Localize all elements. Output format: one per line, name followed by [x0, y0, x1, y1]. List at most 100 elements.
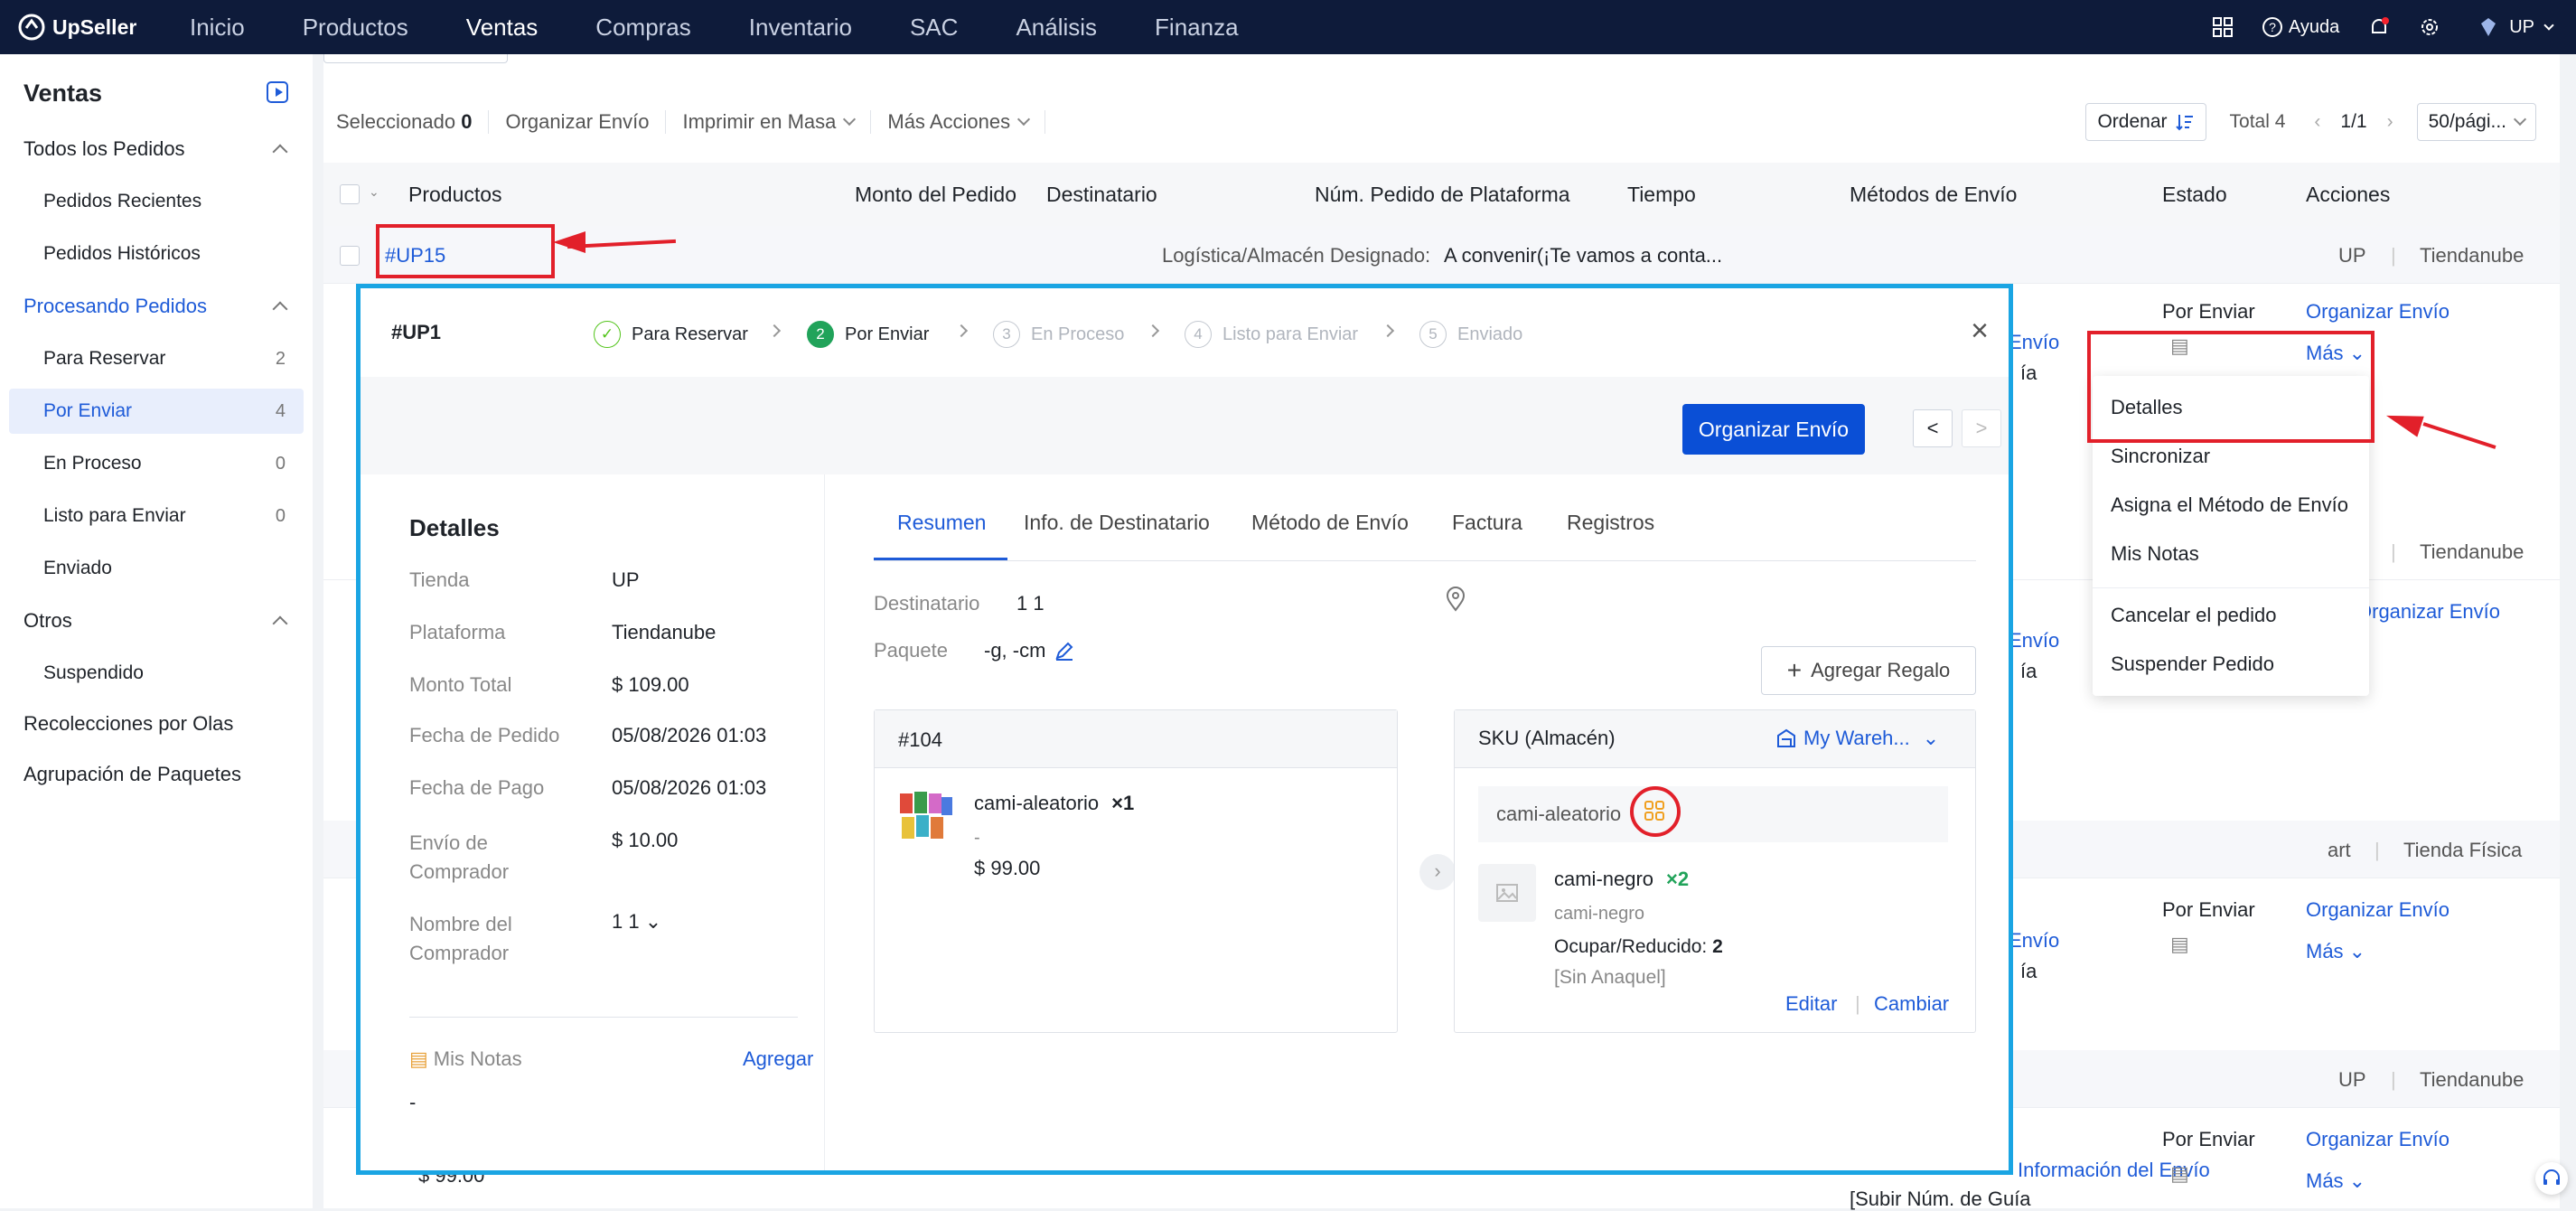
chevron-up-icon — [272, 615, 288, 632]
bell-icon[interactable] — [2368, 16, 2390, 38]
row-checkbox[interactable] — [340, 246, 360, 266]
tab-factura[interactable]: Factura — [1452, 511, 1522, 535]
prev-page-icon[interactable]: ‹ — [2314, 111, 2320, 133]
menu-item-mis-notas[interactable]: Mis Notas — [2111, 542, 2199, 566]
divider — [409, 1017, 798, 1018]
sidebar-group-label: Procesando Pedidos — [23, 295, 208, 317]
detail-key: Plataforma — [409, 621, 506, 643]
tab-destinatario[interactable]: Info. de Destinatario — [1024, 511, 1210, 535]
prev-order-button[interactable]: < — [1913, 409, 1953, 447]
nav-compras[interactable]: Compras — [595, 14, 690, 42]
shipping-info-link[interactable]: Envío — [2009, 629, 2059, 652]
help-link[interactable]: ? Ayuda — [2262, 16, 2339, 38]
menu-item-cancelar[interactable]: Cancelar el pedido — [2111, 604, 2276, 627]
select-all-checkbox[interactable] — [340, 184, 360, 204]
more-action-link[interactable]: Más ⌄ — [2306, 1169, 2365, 1193]
apps-icon[interactable] — [2212, 17, 2233, 37]
step-number: 5 — [1419, 321, 1447, 348]
collapse-sidebar-icon[interactable] — [267, 81, 288, 103]
gear-icon[interactable] — [2419, 16, 2440, 38]
nav-sac[interactable]: SAC — [910, 14, 958, 42]
sidebar-item-recientes[interactable]: Pedidos Recientes — [0, 179, 313, 224]
detail-value: $ 10.00 — [612, 829, 679, 851]
shipping-info-link[interactable]: Envío — [2009, 929, 2059, 953]
menu-item-suspender[interactable]: Suspender Pedido — [2111, 652, 2274, 676]
organize-bulk-button[interactable]: Organizar Envío — [489, 110, 667, 134]
nav-finanza[interactable]: Finanza — [1155, 14, 1239, 42]
detail-key: Monto Total — [409, 673, 512, 696]
sidebar-item-label: En Proceso — [43, 453, 142, 474]
sidebar-item-enviado[interactable]: Enviado — [0, 546, 313, 591]
page-size-select[interactable]: 50/pági... — [2416, 103, 2536, 141]
sidebar-item-label: Por Enviar — [43, 400, 133, 421]
edit-sku-link[interactable]: Editar — [1785, 992, 1837, 1016]
menu-item-asigna-metodo[interactable]: Asigna el Método de Envío — [2111, 493, 2348, 517]
chevron-right-icon — [1146, 324, 1160, 338]
buyer-name-dropdown[interactable]: 1 1 ⌄ — [612, 910, 661, 934]
tab-resumen[interactable]: Resumen — [897, 511, 986, 535]
sort-button[interactable]: Ordenar — [2085, 103, 2206, 141]
add-note-link[interactable]: Agregar — [743, 1047, 813, 1071]
sidebar-item-historicos[interactable]: Pedidos Históricos — [0, 231, 313, 277]
edit-pencil-icon[interactable] — [1054, 641, 1074, 661]
step-label: Para Reservar — [632, 324, 748, 344]
nav-inventario[interactable]: Inventario — [749, 14, 852, 42]
user-menu[interactable]: UP — [2477, 15, 2554, 39]
sidebar-link-recolecciones[interactable]: Recolecciones por Olas — [0, 701, 313, 746]
order-detail-modal: #UP1 ✓ Para Reservar 2 Por Enviar 3 En Proc… — [356, 284, 2013, 1175]
sidebar-group-todos[interactable]: Todos los Pedidos — [0, 127, 313, 172]
chevron-down-icon[interactable]: ⌄ — [369, 184, 379, 200]
page-size-label: 50/pági... — [2428, 111, 2506, 132]
detail-key: Envío de Comprador — [409, 831, 510, 883]
sidebar-link-agrupacion[interactable]: Agrupación de Paquetes — [0, 752, 313, 797]
close-icon[interactable]: × — [1971, 314, 1989, 349]
more-actions-dropdown[interactable]: Más Acciones — [871, 110, 1046, 134]
tab-registros[interactable]: Registros — [1567, 511, 1654, 535]
menu-item-sincronizar[interactable]: Sincronizar — [2111, 445, 2210, 468]
step-number: 2 — [807, 321, 834, 348]
note-icon[interactable]: ▤ — [2170, 933, 2189, 956]
organize-action-link[interactable]: Organizar Envío — [2356, 600, 2500, 624]
next-page-icon[interactable]: › — [2387, 111, 2393, 133]
nav-analisis[interactable]: Análisis — [1016, 14, 1097, 42]
note-icon[interactable]: ▤ — [2170, 1162, 2189, 1186]
sidebar-group-procesando[interactable]: Procesando Pedidos — [0, 284, 313, 329]
divider: | — [2391, 1068, 2396, 1091]
upload-guide-link[interactable]: [Subir Núm. de Guía — [1850, 1188, 2031, 1211]
more-action-link[interactable]: Más ⌄ — [2306, 940, 2365, 963]
organize-action-link[interactable]: Organizar Envío — [2306, 1128, 2450, 1151]
warehouse-select[interactable]: My Wareh... ⌄ — [1776, 727, 1939, 750]
organize-action-link[interactable]: Organizar Envío — [2306, 898, 2450, 922]
nav-productos[interactable]: Productos — [303, 14, 408, 42]
app-logo[interactable]: UpSeller — [18, 14, 190, 41]
add-gift-button[interactable]: + Agregar Regalo — [1761, 646, 1976, 695]
sidebar-item-por-enviar[interactable]: Por Enviar 4 — [9, 389, 304, 434]
selected-label: Seleccionado — [336, 110, 456, 133]
col-estado: Estado — [2162, 183, 2227, 206]
print-bulk-dropdown[interactable]: Imprimir en Masa — [666, 110, 872, 134]
sidebar-item-para-reservar[interactable]: Para Reservar 2 — [0, 336, 313, 381]
change-sku-link[interactable]: Cambiar — [1874, 992, 1949, 1016]
shipping-info-link[interactable]: Envío — [2009, 331, 2059, 354]
chevron-up-icon — [272, 144, 288, 160]
sidebar-item-suspendido[interactable]: Suspendido — [0, 651, 313, 696]
support-headset-icon[interactable] — [2535, 1162, 2568, 1195]
organize-action-link[interactable]: Organizar Envío — [2306, 300, 2450, 324]
location-pin-icon[interactable] — [1445, 587, 1466, 616]
status-text: Por Enviar — [2162, 898, 2255, 921]
sidebar-group-label: Todos los Pedidos — [23, 137, 185, 160]
product-thumbnail — [898, 788, 954, 844]
sidebar-item-en-proceso[interactable]: En Proceso 0 — [0, 441, 313, 486]
nav-inicio[interactable]: Inicio — [190, 14, 245, 42]
partial-button[interactable] — [323, 54, 508, 63]
product-name: cami-aleatorio — [974, 792, 1100, 814]
tab-metodo-envio[interactable]: Método de Envío — [1251, 511, 1409, 535]
nav-ventas[interactable]: Ventas — [466, 14, 539, 42]
sidebar-title: Ventas — [23, 80, 103, 107]
sidebar-item-listo[interactable]: Listo para Enviar 0 — [0, 493, 313, 539]
sidebar-group-otros[interactable]: Otros — [0, 598, 313, 643]
step-number: 4 — [1185, 321, 1212, 348]
next-order-button[interactable]: > — [1962, 409, 2001, 447]
detail-key: Nombre del Comprador — [409, 913, 512, 964]
organize-shipping-button[interactable]: Organizar Envío — [1682, 404, 1865, 455]
